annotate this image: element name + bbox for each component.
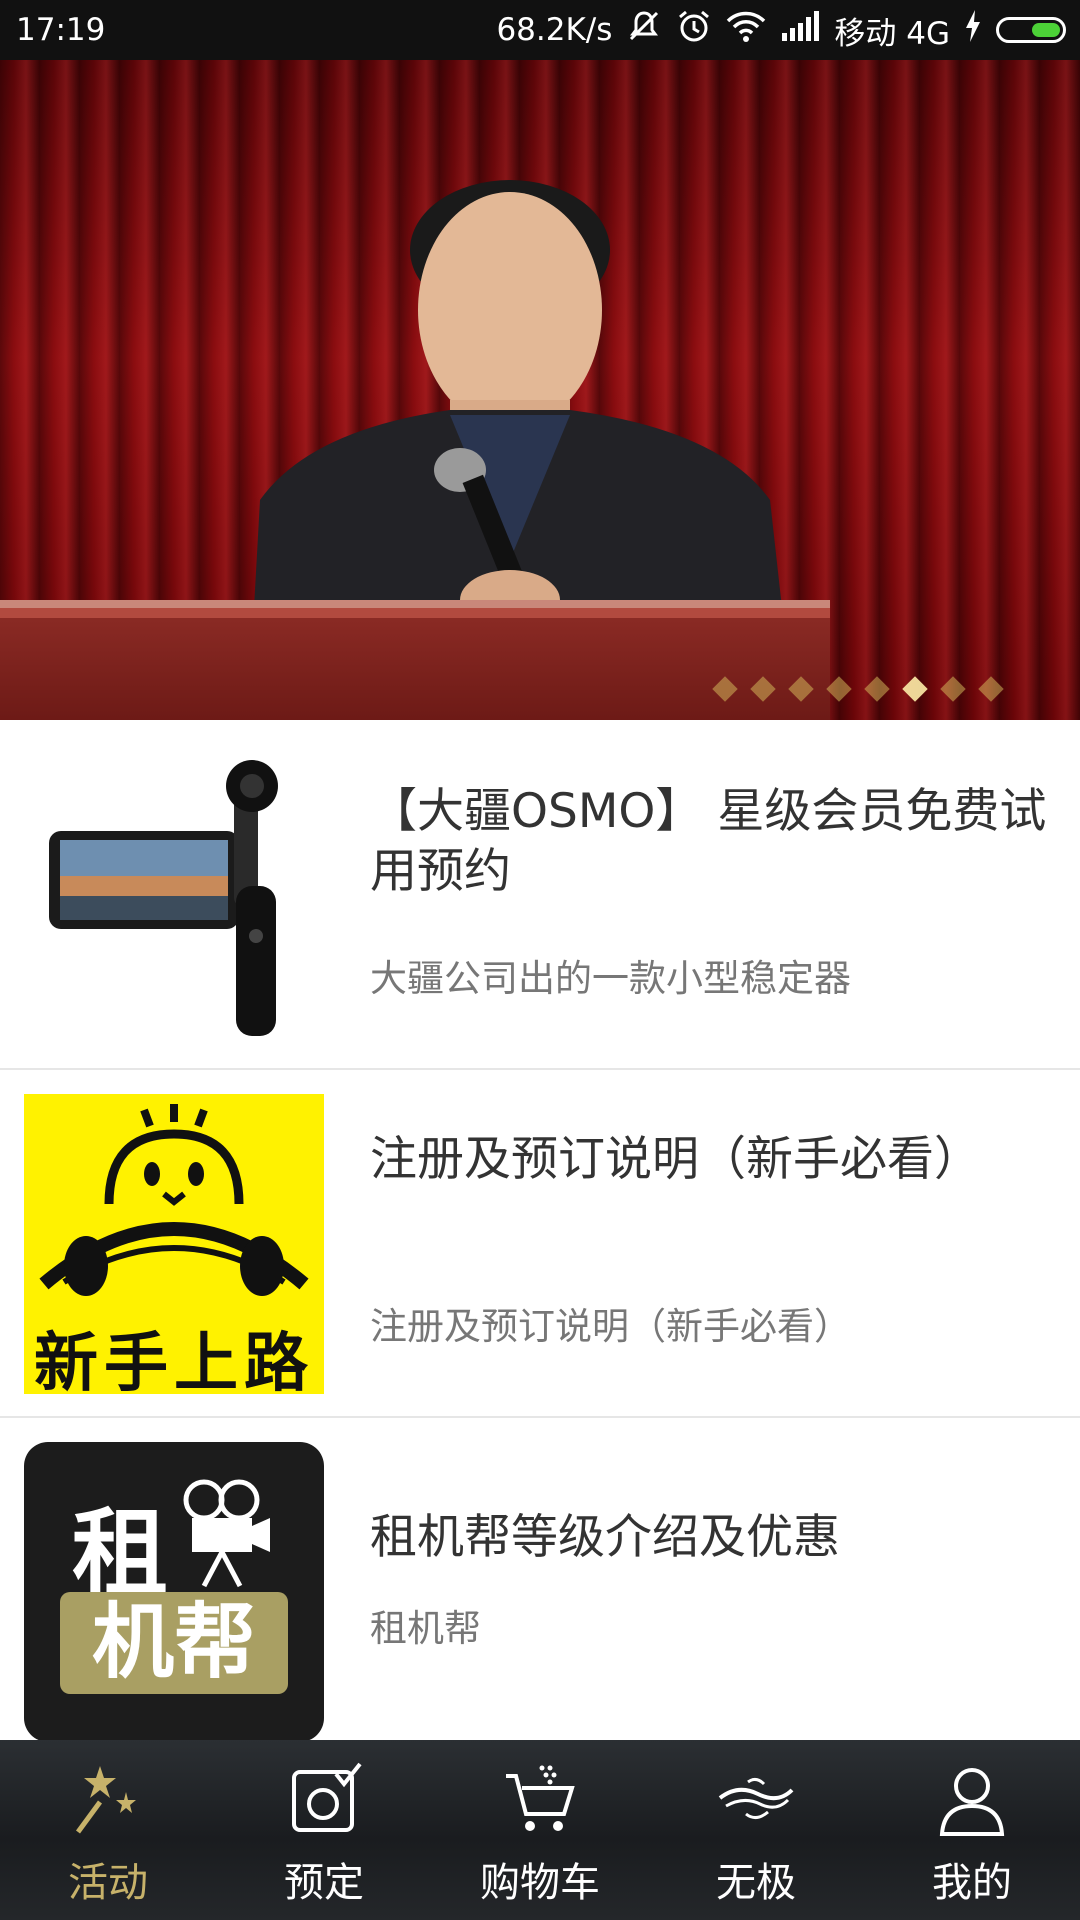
item-subtitle: 租机帮 [370,1607,481,1650]
carousel-dot[interactable] [940,676,966,702]
carousel-dot[interactable] [750,676,776,702]
carousel-dot[interactable] [902,676,928,702]
newbie-logo-image: 新手上路 [24,1094,324,1394]
list-item[interactable]: 租 机帮 租机帮等级介绍及优惠 租机帮 [0,1418,1080,1742]
cart-icon [502,1762,578,1838]
nav-label: 无极 [716,1860,796,1906]
carousel-dot[interactable] [712,676,738,702]
status-icons: 68.2K/s 移动 4G [496,8,1066,52]
carousel-dot[interactable] [826,676,852,702]
nav-tab-mine[interactable]: 我的 [864,1740,1080,1920]
item-title: 注册及预订说明（新手必看） [370,1132,981,1187]
carousel-dot[interactable] [978,676,1004,702]
carrier-label: 移动 4G [834,15,950,52]
newbie-logo-text: 新手上路 [34,1326,314,1394]
carousel-indicators [712,676,1004,702]
list-item[interactable]: 【大疆OSMO】 星级会员免费试用预约 大疆公司出的一款小型稳定器 [0,722,1080,1070]
item-title: 【大疆OSMO】 星级会员免费试用预约 [370,784,1047,899]
item-subtitle: 注册及预订说明（新手必看） [370,1305,851,1348]
alarm-icon [676,8,712,52]
zujibang-logo-text-bottom: 机帮 [91,1595,256,1690]
sparkle-wand-icon [70,1762,146,1838]
nav-label: 我的 [932,1860,1012,1906]
item-subtitle: 大疆公司出的一款小型稳定器 [370,957,851,1000]
banner-podium [0,608,830,720]
charging-icon [964,10,982,50]
list-item[interactable]: 新手上路 注册及预订说明（新手必看） 注册及预订说明（新手必看） [0,1070,1080,1418]
zujibang-logo-image: 租 机帮 [24,1442,324,1742]
user-icon [934,1762,1010,1838]
nav-tab-activity[interactable]: 活动 [0,1740,216,1920]
wuji-logo-icon [718,1762,794,1838]
camera-check-icon [286,1762,362,1838]
signal-icon [780,11,820,49]
nav-label: 购物车 [480,1860,600,1906]
status-time: 17:19 [16,12,106,48]
wifi-icon [726,9,766,51]
nav-label: 活动 [68,1860,148,1906]
nav-tab-wuji[interactable]: 无极 [648,1740,864,1920]
bottom-nav: 活动 预定 购物车 无极 我的 [0,1740,1080,1920]
mute-icon [626,8,662,52]
carousel-dot[interactable] [864,676,890,702]
osmo-gimbal-image [24,746,324,1046]
banner-photo-speaker [250,180,790,680]
nav-label: 预定 [284,1860,364,1906]
nav-tab-cart[interactable]: 购物车 [432,1740,648,1920]
banner-carousel[interactable] [0,60,1080,720]
battery-icon [996,17,1066,43]
network-speed: 68.2K/s [496,12,613,48]
carousel-dot[interactable] [788,676,814,702]
item-title: 租机帮等级介绍及优惠 [370,1510,840,1565]
nav-tab-booking[interactable]: 预定 [216,1740,432,1920]
film-camera-icon [174,1478,274,1592]
status-bar: 17:19 68.2K/s 移动 4G [0,0,1080,60]
